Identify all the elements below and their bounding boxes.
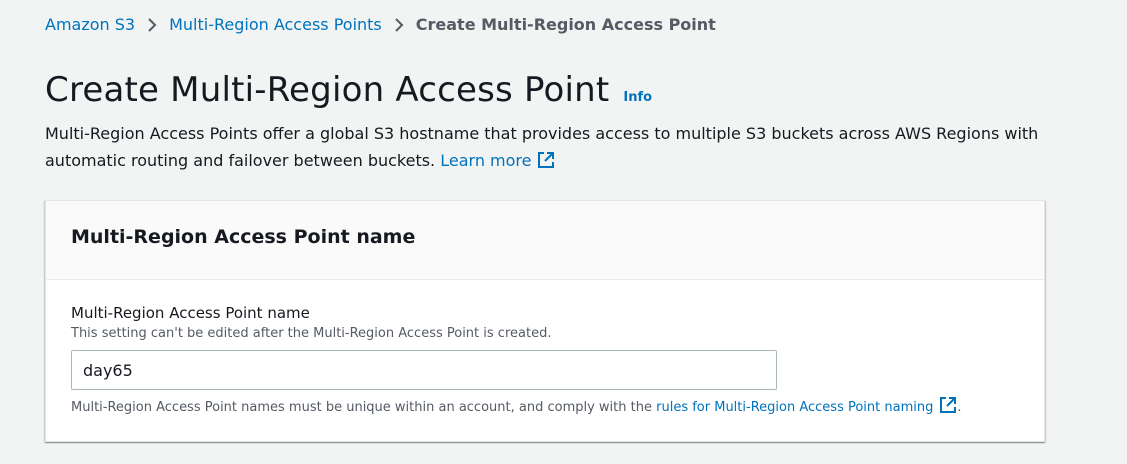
breadcrumb: Amazon S3 Multi-Region Access Points Cre… bbox=[45, 14, 716, 36]
constraint-text: Multi-Region Access Point names must be … bbox=[71, 400, 652, 415]
external-link-icon bbox=[537, 150, 555, 177]
name-panel: Multi-Region Access Point name Multi-Reg… bbox=[45, 200, 1045, 442]
page-title: Create Multi-Region Access Point bbox=[45, 70, 610, 110]
breadcrumb-multi-region-access-points[interactable]: Multi-Region Access Points bbox=[169, 14, 382, 36]
learn-more-link[interactable]: Learn more bbox=[440, 151, 555, 170]
chevron-right-icon bbox=[394, 17, 404, 33]
chevron-right-icon bbox=[147, 17, 157, 33]
constraint-trailing: . bbox=[957, 400, 962, 415]
panel-header: Multi-Region Access Point name bbox=[46, 201, 1044, 280]
learn-more-label: Learn more bbox=[440, 151, 532, 170]
breadcrumb-current-page: Create Multi-Region Access Point bbox=[415, 15, 716, 34]
field-label: Multi-Region Access Point name bbox=[71, 304, 310, 322]
naming-rules-label: rules for Multi-Region Access Point nami… bbox=[656, 400, 934, 415]
naming-rules-link[interactable]: rules for Multi-Region Access Point nami… bbox=[656, 397, 957, 415]
page-description: Multi-Region Access Points offer a globa… bbox=[45, 120, 1045, 177]
breadcrumb-amazon-s3[interactable]: Amazon S3 bbox=[45, 14, 135, 36]
access-point-name-input[interactable] bbox=[71, 350, 777, 390]
field-description: This setting can't be edited after the M… bbox=[71, 326, 552, 341]
panel-title: Multi-Region Access Point name bbox=[71, 226, 416, 248]
external-link-icon bbox=[939, 396, 957, 422]
field-constraint: Multi-Region Access Point names must be … bbox=[71, 396, 1044, 422]
info-link[interactable]: Info bbox=[623, 90, 652, 105]
page-header: Create Multi-Region Access Point Info bbox=[45, 68, 652, 112]
panel-body: Multi-Region Access Point name This sett… bbox=[46, 280, 1044, 422]
